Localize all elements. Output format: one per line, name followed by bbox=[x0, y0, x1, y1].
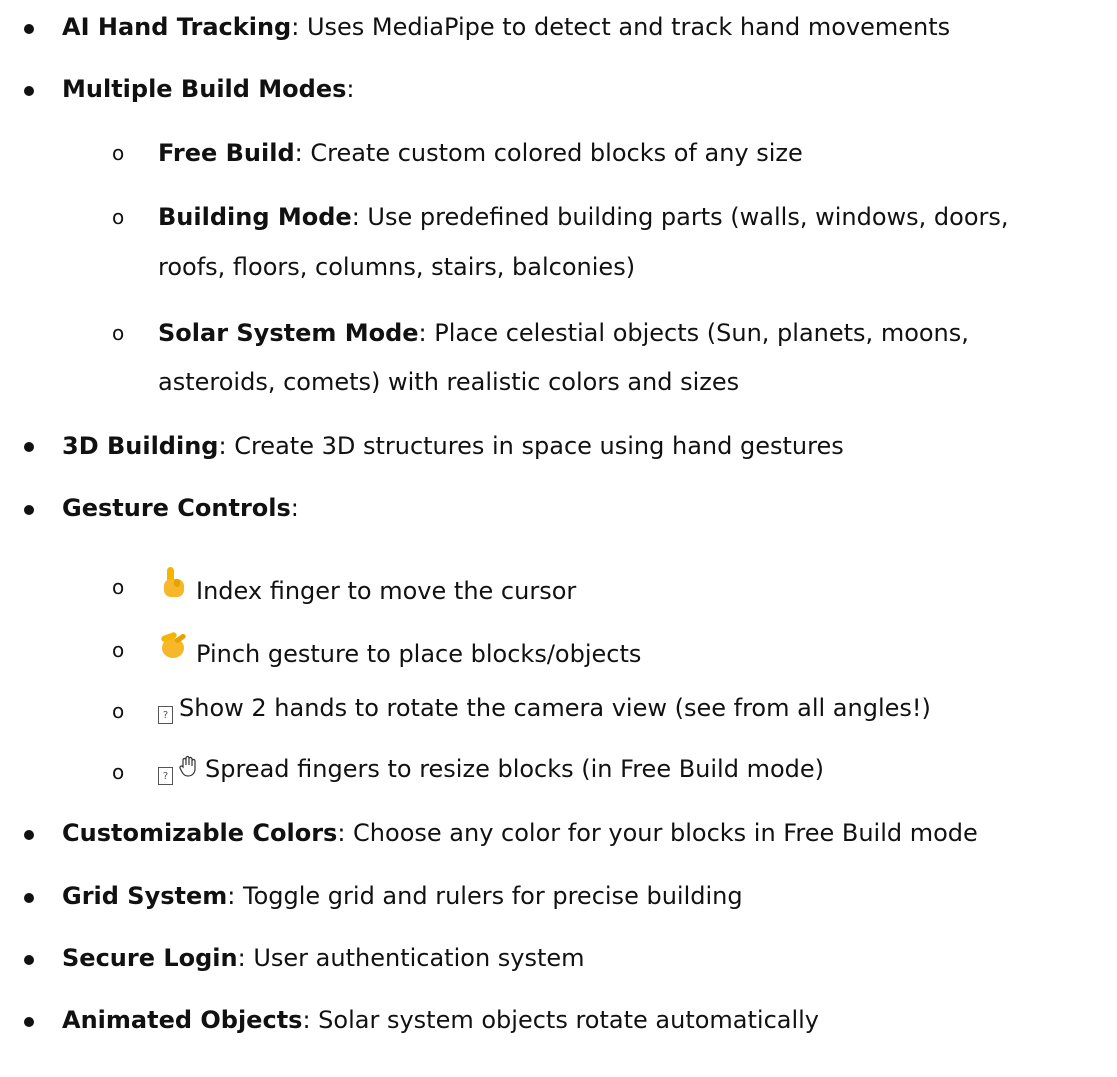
sub-bullet: o bbox=[112, 699, 125, 723]
item-sep: : bbox=[346, 75, 355, 103]
item-text: Show 2 hands to rotate the camera view (… bbox=[179, 694, 931, 722]
list-item: Pinch gesture to place blocks/objects bbox=[158, 630, 641, 671]
item-title: Gesture Controls bbox=[62, 494, 291, 522]
sub-bullet: o bbox=[112, 141, 125, 165]
pointing-finger-icon bbox=[158, 567, 196, 608]
list-item: Grid System: Toggle grid and rulers for … bbox=[62, 879, 743, 913]
item-title: Building Mode bbox=[158, 203, 352, 231]
item-sep: : bbox=[290, 494, 299, 522]
item-sep: : bbox=[351, 203, 360, 231]
list-item: Free Build: Create custom colored blocks… bbox=[158, 136, 803, 170]
sub-bullet: o bbox=[112, 760, 125, 784]
list-item: Secure Login: User authentication system bbox=[62, 941, 585, 975]
item-text: Place celestial objects (Sun, planets, m… bbox=[426, 319, 969, 347]
list-item: 3D Building: Create 3D structures in spa… bbox=[62, 429, 844, 463]
list-item: ? Spread fingers to resize blocks (in Fr… bbox=[158, 752, 824, 787]
bullet-dot bbox=[24, 1017, 34, 1027]
sub-bullet: o bbox=[112, 321, 125, 345]
list-item: AI Hand Tracking: Uses MediaPipe to dete… bbox=[62, 10, 950, 44]
item-text: Solar system objects rotate automaticall… bbox=[310, 1006, 820, 1034]
bullet-dot bbox=[24, 24, 34, 34]
item-text: Toggle grid and rulers for precise build… bbox=[235, 882, 743, 910]
list-item: Multiple Build Modes: bbox=[62, 72, 355, 106]
bullet-dot bbox=[24, 893, 34, 903]
sub-bullet: o bbox=[112, 205, 125, 229]
item-continuation: asteroids, comets) with realistic colors… bbox=[158, 368, 740, 396]
item-text: Uses MediaPipe to detect and track hand … bbox=[299, 13, 951, 41]
item-sep: : bbox=[302, 1006, 311, 1034]
item-title: Grid System bbox=[62, 882, 228, 910]
item-text: Spread fingers to resize blocks (in Free… bbox=[205, 755, 825, 783]
list-item: Animated Objects: Solar system objects r… bbox=[62, 1003, 819, 1037]
bullet-dot bbox=[24, 830, 34, 840]
list-item: Gesture Controls: bbox=[62, 491, 299, 525]
item-text: Choose any color for your blocks in Free… bbox=[345, 819, 978, 847]
bullet-dot bbox=[24, 86, 34, 96]
item-sep: : bbox=[218, 432, 227, 460]
item-title: Multiple Build Modes bbox=[62, 75, 347, 103]
item-title: Solar System Mode bbox=[158, 319, 419, 347]
item-text: Create custom colored blocks of any size bbox=[302, 139, 803, 167]
bullet-dot bbox=[24, 442, 34, 452]
item-sep: : bbox=[294, 139, 303, 167]
item-sep: : bbox=[418, 319, 427, 347]
item-title: AI Hand Tracking bbox=[62, 13, 292, 41]
sub-bullet: o bbox=[112, 575, 125, 599]
item-continuation: roofs, floors, columns, stairs, balconie… bbox=[158, 253, 636, 281]
list-item: Customizable Colors: Choose any color fo… bbox=[62, 816, 978, 850]
list-item: Index finger to move the cursor bbox=[158, 567, 576, 608]
missing-glyph-icon: ? bbox=[158, 767, 173, 785]
list-item: Building Mode: Use predefined building p… bbox=[158, 200, 1009, 234]
item-text: Use predefined building parts (walls, wi… bbox=[359, 203, 1009, 231]
item-sep: : bbox=[237, 944, 246, 972]
sub-bullet: o bbox=[112, 638, 125, 662]
list-item: ? Show 2 hands to rotate the camera view … bbox=[158, 691, 931, 725]
document-page: AI Hand Tracking: Uses MediaPipe to dete… bbox=[0, 0, 1117, 1077]
item-title: Free Build bbox=[158, 139, 295, 167]
item-text: Index finger to move the cursor bbox=[196, 577, 577, 605]
item-title: Animated Objects bbox=[62, 1006, 303, 1034]
item-text: Create 3D structures in space using hand… bbox=[226, 432, 844, 460]
item-title: Secure Login bbox=[62, 944, 238, 972]
bullet-dot bbox=[24, 505, 34, 515]
raised-hand-outline-icon bbox=[179, 753, 199, 787]
item-title: 3D Building bbox=[62, 432, 219, 460]
item-text: Pinch gesture to place blocks/objects bbox=[196, 640, 642, 668]
item-title: Customizable Colors bbox=[62, 819, 338, 847]
pinch-hand-icon bbox=[158, 630, 196, 671]
bullet-dot bbox=[24, 955, 34, 965]
item-text: User authentication system bbox=[245, 944, 585, 972]
missing-glyph-icon: ? bbox=[158, 706, 173, 724]
list-item: Solar System Mode: Place celestial objec… bbox=[158, 316, 969, 350]
